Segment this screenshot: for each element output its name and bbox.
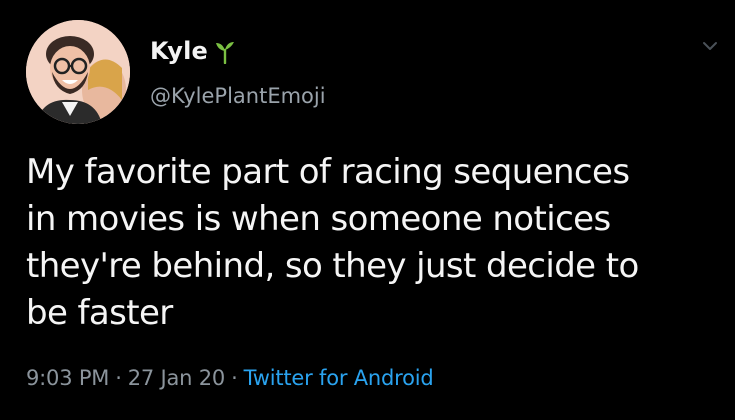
tweet-card: Kyle @KylePlantEmoji My favorite part of… [0, 0, 735, 420]
tweet-text-line: My favorite part of racing sequences [26, 152, 630, 192]
user-handle[interactable]: @KylePlantEmoji [150, 84, 326, 108]
chevron-down-icon[interactable] [700, 36, 720, 56]
separator: · [115, 366, 122, 390]
tweet-text-line: be faster [26, 293, 173, 333]
display-name-row[interactable]: Kyle [150, 34, 238, 68]
avatar-illustration [26, 20, 130, 124]
tweet-text-line: in movies is when someone notices [26, 199, 611, 239]
display-name[interactable]: Kyle [150, 37, 208, 65]
tweet-metadata: 9:03 PM · 27 Jan 20 · Twitter for Android [26, 366, 434, 390]
sprout-icon [212, 38, 238, 65]
tweet-time[interactable]: 9:03 PM [26, 366, 109, 390]
tweet-text: My favorite part of racing sequences in … [26, 149, 726, 337]
tweet-text-line: they're behind, so they just decide to [26, 246, 639, 286]
avatar[interactable] [26, 20, 130, 124]
separator: · [231, 366, 238, 390]
tweet-date[interactable]: 27 Jan 20 [128, 366, 226, 390]
tweet-source-link[interactable]: Twitter for Android [244, 366, 434, 390]
